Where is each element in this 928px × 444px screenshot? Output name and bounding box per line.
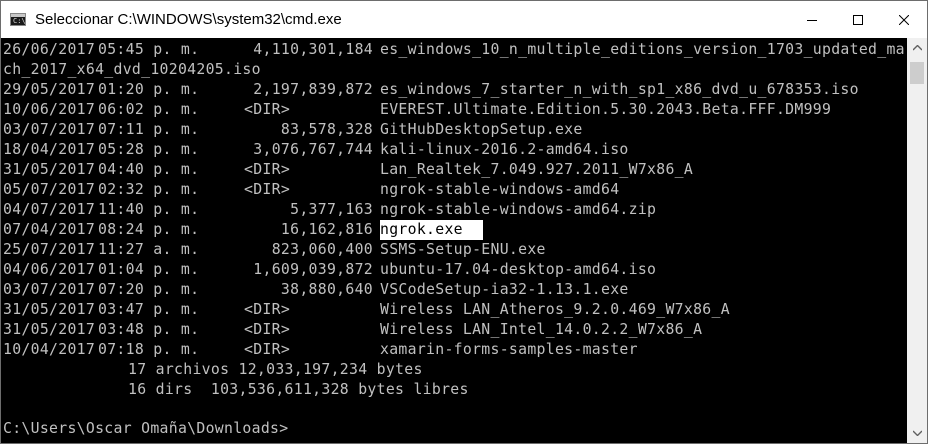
listing-date: 18/04/2017 <box>3 141 96 158</box>
listing-name: EVEREST.Ultimate.Edition.5.30.2043.Beta.… <box>380 101 832 118</box>
listing-date: 07/04/2017 <box>3 221 96 238</box>
listing-date: 29/05/2017 <box>3 81 96 98</box>
listing-date: 05/07/2017 <box>3 181 96 198</box>
listing-name: ubuntu-17.04-desktop-amd64.iso <box>380 261 657 278</box>
window-controls <box>789 1 927 38</box>
listing-size: 823,060,400 <box>271 241 373 258</box>
listing-time: 08:24 p. m. <box>98 221 200 238</box>
listing-time: 07:20 p. m. <box>98 281 200 298</box>
listing-name: kali-linux-2016.2-amd64.iso <box>380 141 629 158</box>
listing-row: 31/05/2017 03:48 p. m. <DIR> Wireless LAN_I… <box>3 320 903 340</box>
listing-date: 04/06/2017 <box>3 261 96 278</box>
listing-time: 03:47 p. m. <box>98 301 200 318</box>
listing-date: 31/05/2017 <box>3 301 96 318</box>
listing-size: <DIR> <box>244 341 291 358</box>
minimize-icon <box>807 19 817 21</box>
listing-row: ch_2017_x64_dvd_10204205.iso <box>3 60 903 80</box>
minimize-button[interactable] <box>789 1 835 38</box>
listing-name: SSMS-Setup-ENU.exe <box>380 241 546 258</box>
command-prompt[interactable]: C:\Users\Oscar Omaña\Downloads> <box>3 419 288 439</box>
listing-date: 31/05/2017 <box>3 161 96 178</box>
listing-time: 07:11 p. m. <box>98 121 200 138</box>
listing-date: 31/05/2017 <box>3 321 96 338</box>
scrollbar-thumb[interactable] <box>910 62 924 84</box>
listing-size: 16,162,816 <box>280 221 373 238</box>
listing-date: 04/07/2017 <box>3 201 96 218</box>
listing-row: 31/05/2017 03:47 p. m. <DIR> Wireless LAN_A… <box>3 300 903 320</box>
listing-name: GitHubDesktopSetup.exe <box>380 121 583 138</box>
listing-date: 03/07/2017 <box>3 121 96 138</box>
maximize-button[interactable] <box>835 1 881 38</box>
listing-row: 04/07/2017 11:40 p. m. 5,377,163 ngrok-stab… <box>3 200 903 220</box>
listing-row: 18/04/2017 05:28 p. m. 3,076,767,744 kali-l… <box>3 140 903 160</box>
listing-size: <DIR> <box>244 181 291 198</box>
listing-date: 26/06/2017 <box>3 41 96 58</box>
listing-row: 07/04/2017 08:24 p. m. 16,162,816 ngrok.exe <box>3 220 903 240</box>
listing-name-selected: ngrok.exe <box>380 220 483 240</box>
listing-row: 10/04/2017 07:18 p. m. <DIR> xamarin-forms-… <box>3 340 903 360</box>
cmd-window: C:\ Seleccionar C:\WINDOWS\system32\cmd.… <box>0 0 928 444</box>
listing-size: 1,609,039,872 <box>253 261 373 278</box>
listing-date: 25/07/2017 <box>3 241 96 258</box>
listing-time: 05:45 p. m. <box>98 41 200 58</box>
vertical-scrollbar[interactable] <box>907 38 927 443</box>
listing-time: 03:48 p. m. <box>98 321 200 338</box>
listing-size: 83,578,328 <box>280 121 373 138</box>
listing-name: Wireless LAN_Atheros_9.2.0.469_W7x86_A <box>380 301 730 318</box>
listing-row: 31/05/2017 04:40 p. m. <DIR> Lan_Realtek_7.… <box>3 160 903 180</box>
listing-size: 3,076,767,744 <box>253 141 373 158</box>
listing-size: <DIR> <box>244 301 291 318</box>
summary-dirs-line: 16 dirs 103,536,611,328 bytes libres <box>128 381 469 398</box>
listing-name: ngrok-stable-windows-amd64.zip <box>380 201 657 218</box>
listing-date: 03/07/2017 <box>3 281 96 298</box>
listing-size: 4,110,301,184 <box>253 41 373 58</box>
listing-size: 5,377,163 <box>290 201 373 218</box>
close-icon <box>899 14 909 25</box>
scroll-up-button[interactable] <box>907 38 927 58</box>
cmd-app-icon[interactable]: C:\ <box>10 13 26 26</box>
listing-size: <DIR> <box>244 321 291 338</box>
maximize-icon <box>853 14 863 25</box>
listing-time: 06:02 p. m. <box>98 101 200 118</box>
console-output[interactable]: 17 archivos 12,033,197,234 bytes 16 dirs… <box>1 38 907 443</box>
scroll-down-arrow-icon <box>912 430 922 436</box>
listing-name: ngrok-stable-windows-amd64 <box>380 181 620 198</box>
close-button[interactable] <box>881 1 927 38</box>
listing-size: <DIR> <box>244 161 291 178</box>
listing-time: 07:18 p. m. <box>98 341 200 358</box>
listing-name: Wireless LAN_Intel_14.0.2.2_W7x86_A <box>380 321 703 338</box>
window-title: Seleccionar C:\WINDOWS\system32\cmd.exe <box>35 11 342 28</box>
listing-row: 26/06/2017 05:45 p. m. 4,110,301,184 es_win… <box>3 40 907 60</box>
listing-name: es_windows_7_starter_n_with_sp1_x86_dvd_… <box>380 81 859 98</box>
listing-time: 01:04 p. m. <box>98 261 200 278</box>
listing-date: 10/04/2017 <box>3 341 96 358</box>
listing-row: 10/06/2017 06:02 p. m. <DIR> EVEREST.Ultima… <box>3 100 903 120</box>
listing-size: <DIR> <box>244 101 291 118</box>
listing-name: es_windows_10_n_multiple_editions_versio… <box>380 41 907 58</box>
listing-date: 10/06/2017 <box>3 101 96 118</box>
listing-time: 11:40 p. m. <box>98 201 200 218</box>
cmd-app-icon-glyph: C:\ <box>13 17 26 25</box>
listing-time: 01:20 p. m. <box>98 81 200 98</box>
listing-size: 2,197,839,872 <box>253 81 373 98</box>
listing-name: VSCodeSetup-ia32-1.13.1.exe <box>380 281 629 298</box>
listing-name: Lan_Realtek_7.049.927.2011_W7x86_A <box>380 161 694 178</box>
listing-row: 03/07/2017 07:20 p. m. 38,880,640 VSCodeSet… <box>3 280 903 300</box>
listing-wrap-text: ch_2017_x64_dvd_10204205.iso <box>3 61 261 78</box>
listing-row: 25/07/2017 11:27 a. m. 823,060,400 SSMS-Set… <box>3 240 903 260</box>
summary-files-line: 17 archivos 12,033,197,234 bytes <box>128 361 423 378</box>
listing-time: 04:40 p. m. <box>98 161 200 178</box>
listing-name: xamarin-forms-samples-master <box>380 341 638 358</box>
listing-row: 04/06/2017 01:04 p. m. 1,609,039,872 ubuntu… <box>3 260 903 280</box>
title-bar[interactable]: C:\ Seleccionar C:\WINDOWS\system32\cmd.… <box>1 1 927 38</box>
scroll-down-button[interactable] <box>907 423 927 443</box>
listing-time: 05:28 p. m. <box>98 141 200 158</box>
scroll-up-arrow-icon <box>912 45 922 51</box>
listing-time: 11:27 a. m. <box>98 241 200 258</box>
listing-row: 29/05/2017 01:20 p. m. 2,197,839,872 es_win… <box>3 80 903 100</box>
listing-row: 05/07/2017 02:32 p. m. <DIR> ngrok-stable-w… <box>3 180 903 200</box>
listing-size: 38,880,640 <box>280 281 373 298</box>
listing-row: 03/07/2017 07:11 p. m. 83,578,328 GitHubDes… <box>3 120 903 140</box>
listing-time: 02:32 p. m. <box>98 181 200 198</box>
